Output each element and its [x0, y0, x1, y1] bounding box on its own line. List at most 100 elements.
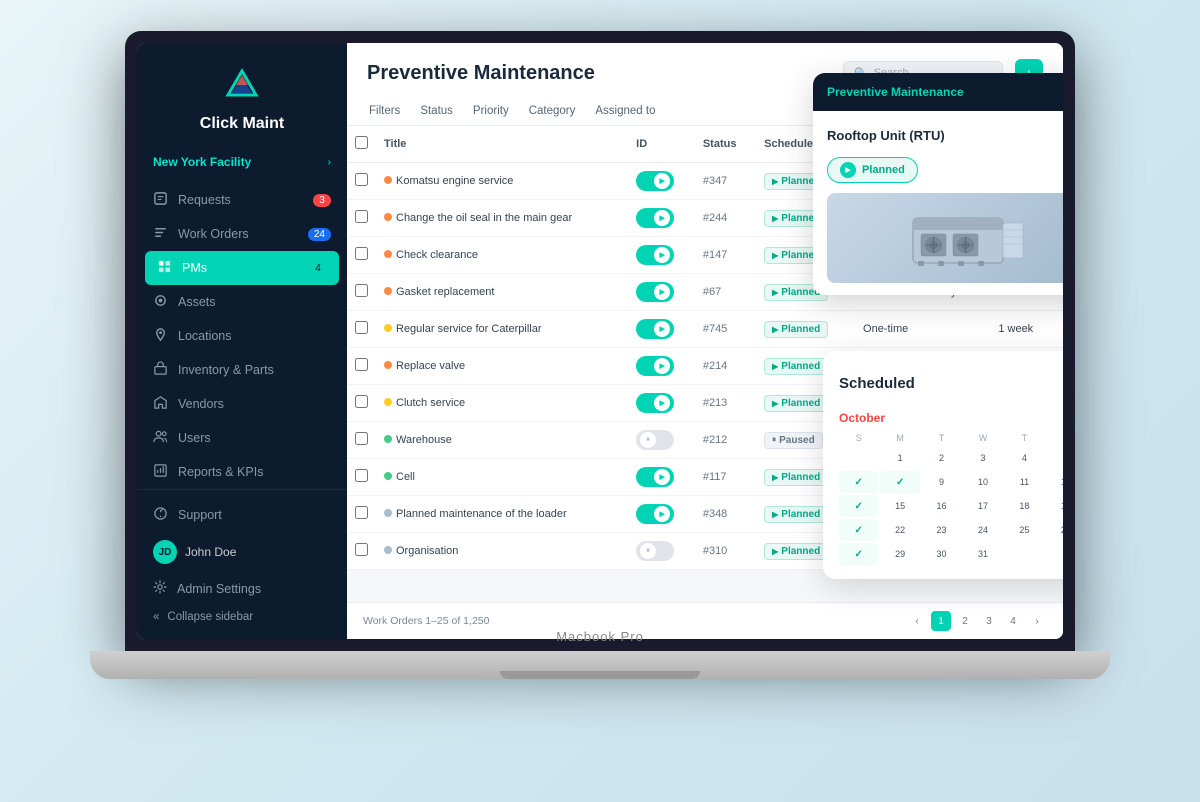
locations-icon — [153, 327, 168, 345]
sidebar-item-users[interactable]: Users — [137, 421, 347, 455]
pms-badge: 4 — [309, 262, 327, 275]
row-checkbox-3[interactable] — [355, 284, 368, 297]
cal-day-header: M — [880, 431, 919, 445]
toggle-3[interactable]: ▶ — [636, 282, 674, 302]
toggle-6[interactable]: ▶ — [636, 393, 674, 413]
filter-tab-priority[interactable]: Priority — [471, 99, 511, 125]
page-3-btn[interactable]: 3 — [979, 611, 999, 631]
requests-badge: 3 — [313, 194, 331, 207]
row-id-4: #745 — [695, 311, 756, 348]
row-checkbox-2[interactable] — [355, 247, 368, 260]
sidebar-item-label-reports: Reports & KPIs — [178, 465, 263, 479]
row-checkbox-6[interactable] — [355, 395, 368, 408]
user-name: John Doe — [185, 545, 236, 559]
row-checkbox-10[interactable] — [355, 543, 368, 556]
facility-row[interactable]: New York Facility › — [137, 149, 347, 175]
facility-name: New York Facility — [153, 155, 251, 169]
filter-tab-status[interactable]: Status — [418, 99, 455, 125]
cal-header: October 2023 — [839, 411, 1063, 425]
toggle-2[interactable]: ▶ — [636, 245, 674, 265]
pm-card-body: Rooftop Unit (RTU) ▶ ▶ Planned — [813, 111, 1063, 295]
toggle-1[interactable]: ▶ — [636, 208, 674, 228]
row-checkbox-0[interactable] — [355, 173, 368, 186]
sidebar-item-label-requests: Requests — [178, 193, 231, 207]
filter-tab-category[interactable]: Category — [527, 99, 578, 125]
row-id-6: #213 — [695, 385, 756, 422]
cal-cell: 22 — [880, 519, 919, 541]
toggle-9[interactable]: ▶ — [636, 504, 674, 524]
vendors-icon — [153, 395, 168, 413]
sidebar-item-pms[interactable]: PMs 4 — [145, 251, 339, 285]
cal-month: October — [839, 411, 885, 425]
page-title: Preventive Maintenance — [367, 62, 831, 85]
macbook-base: Macbook Pro — [90, 651, 1110, 679]
page-2-btn[interactable]: 2 — [955, 611, 975, 631]
page-prev-btn[interactable]: ‹ — [907, 611, 927, 631]
sidebar-item-work-orders[interactable]: Work Orders 24 — [137, 217, 347, 251]
sidebar-item-vendors[interactable]: Vendors — [137, 387, 347, 421]
row-id-9: #348 — [695, 496, 756, 533]
cal-cell: 24 — [963, 519, 1002, 541]
sidebar-item-support[interactable]: Support — [137, 498, 347, 532]
row-id-1: #244 — [695, 200, 756, 237]
collapse-icon: « — [153, 611, 159, 623]
logo-icon — [220, 67, 264, 111]
toggle-0[interactable]: ▶ — [636, 171, 674, 191]
priority-dot-0 — [384, 176, 392, 184]
filter-tab-filters[interactable]: Filters — [367, 99, 402, 125]
toggle-8[interactable]: ▶ — [636, 467, 674, 487]
filter-tab-assigned-to[interactable]: Assigned to — [593, 99, 657, 125]
toggle-knob-8: ▶ — [654, 469, 670, 485]
toggle-7[interactable]: ⏸ — [636, 430, 674, 450]
row-title-9: Planned maintenance of the loader — [376, 496, 628, 533]
sidebar-item-requests[interactable]: Requests 3 — [137, 183, 347, 217]
sched-header: Scheduled 🕐 — [839, 365, 1063, 401]
row-checkbox-8[interactable] — [355, 469, 368, 482]
page-4-btn[interactable]: 4 — [1003, 611, 1023, 631]
toggle-10[interactable]: ⏸ — [636, 541, 674, 561]
priority-dot-4 — [384, 324, 392, 332]
cal-cell: ✓ — [839, 495, 878, 517]
page-next-btn[interactable]: › — [1027, 611, 1047, 631]
toggle-knob-1: ▶ — [654, 210, 670, 226]
sidebar-item-admin-settings[interactable]: Admin Settings — [137, 572, 347, 605]
row-title-4: Regular service for Caterpillar — [376, 311, 628, 348]
cal-check: ✓ — [855, 549, 863, 560]
users-icon — [153, 429, 168, 447]
toggle-knob-9: ▶ — [654, 506, 670, 522]
footer-text: Work Orders 1–25 of 1,250 — [363, 615, 489, 627]
row-checkbox-4[interactable] — [355, 321, 368, 334]
cal-day-header: W — [963, 431, 1002, 445]
cal-cell: 23 — [922, 519, 961, 541]
planned-badge: ▶ Planned — [827, 157, 918, 183]
cal-cell — [839, 447, 878, 469]
priority-dot-2 — [384, 250, 392, 258]
rtu-illustration — [903, 198, 1033, 278]
select-all-checkbox[interactable] — [355, 136, 368, 149]
row-title-1: Change the oil seal in the main gear — [376, 200, 628, 237]
toggle-4[interactable]: ▶ — [636, 319, 674, 339]
col-status: Status — [695, 126, 756, 163]
row-time-4: 1 week — [990, 311, 1063, 348]
cal-cell: 1 — [880, 447, 919, 469]
toggle-5[interactable]: ▶ — [636, 356, 674, 376]
reports-icon — [153, 463, 168, 481]
row-checkbox-1[interactable] — [355, 210, 368, 223]
logo-area: Click Maint — [137, 59, 347, 149]
row-checkbox-5[interactable] — [355, 358, 368, 371]
planned-badge-label: Planned — [862, 164, 905, 176]
sidebar-item-locations[interactable]: Locations — [137, 319, 347, 353]
collapse-sidebar-button[interactable]: « Collapse sidebar — [137, 605, 347, 629]
toggle-knob-2: ▶ — [654, 247, 670, 263]
row-checkbox-7[interactable] — [355, 432, 368, 445]
page-1-btn[interactable]: 1 — [931, 611, 951, 631]
cal-cell: 5 — [1046, 447, 1063, 469]
cal-day-header: T — [1005, 431, 1044, 445]
row-title-2: Check clearance — [376, 237, 628, 274]
row-checkbox-9[interactable] — [355, 506, 368, 519]
assets-icon — [153, 293, 168, 311]
requests-icon — [153, 191, 168, 209]
sidebar-item-inventory-parts[interactable]: Inventory & Parts — [137, 353, 347, 387]
sidebar-item-reports[interactable]: Reports & KPIs — [137, 455, 347, 489]
sidebar-item-assets[interactable]: Assets — [137, 285, 347, 319]
